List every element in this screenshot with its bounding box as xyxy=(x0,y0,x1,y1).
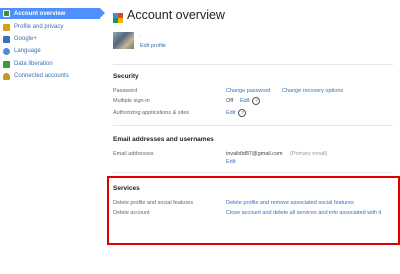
divider xyxy=(113,125,393,126)
change-recovery-link[interactable]: Change recovery options xyxy=(282,88,343,94)
data-liberation-icon xyxy=(3,60,10,68)
email-edit-link[interactable]: Edit xyxy=(226,159,235,165)
security-section-title: Security xyxy=(113,73,139,80)
password-label: Password xyxy=(113,88,138,94)
google-plus-icon xyxy=(3,35,10,43)
profile-icon xyxy=(3,23,10,31)
email-section-title: Email addresses and usernames xyxy=(113,136,214,143)
multiple-signin-label: Multiple sign-in xyxy=(113,98,150,104)
avatar[interactable] xyxy=(113,32,134,49)
primary-email-tag: (Primary email) xyxy=(290,151,328,157)
help-icon[interactable]: ? xyxy=(252,97,261,105)
services-highlight-box xyxy=(107,176,400,245)
sidebar-item-label: Connected accounts xyxy=(14,73,69,79)
sidebar-item-profile-and-privacy[interactable]: Profile and privacy xyxy=(0,21,100,33)
sidebar-item-label: Language xyxy=(14,48,41,54)
sidebar-item-google-plus[interactable]: Google+ xyxy=(0,33,100,45)
sidebar-item-data-liberation[interactable]: Data liberation xyxy=(0,58,100,70)
page-header: Account overview xyxy=(113,8,225,23)
sidebar-item-connected-accounts[interactable]: Connected accounts xyxy=(0,70,100,82)
help-icon[interactable]: ? xyxy=(238,109,247,117)
divider xyxy=(113,64,393,65)
email-address: invalidid87@gmail.com xyxy=(226,151,283,157)
divider xyxy=(113,172,393,173)
change-password-link[interactable]: Change password xyxy=(226,88,270,94)
multiple-signin-edit-link[interactable]: Edit xyxy=(240,98,249,104)
sidebar-item-label: Account overview xyxy=(14,10,66,17)
edit-profile-link[interactable]: Edit profile xyxy=(140,43,166,49)
key-icon xyxy=(3,72,10,80)
sidebar-item-language[interactable]: Language xyxy=(0,45,100,57)
authorizing-label: Authorizing applications & sites xyxy=(113,110,190,116)
multiple-signin-value: Off xyxy=(226,98,234,104)
sidebar: Account overview Profile and privacy Goo… xyxy=(0,0,105,274)
account-icon xyxy=(3,10,10,17)
page-title: Account overview xyxy=(127,8,225,22)
account-logo-icon xyxy=(113,10,123,23)
sidebar-item-label: Data liberation xyxy=(14,61,53,67)
sidebar-item-label: Google+ xyxy=(14,36,37,42)
authorizing-edit-link[interactable]: Edit xyxy=(226,110,235,116)
sidebar-item-account-overview[interactable]: Account overview xyxy=(0,8,105,19)
language-icon xyxy=(3,47,10,55)
profile-name: . xyxy=(140,33,142,39)
sidebar-item-label: Profile and privacy xyxy=(14,24,64,30)
email-addresses-label: Email addresses xyxy=(113,151,154,157)
